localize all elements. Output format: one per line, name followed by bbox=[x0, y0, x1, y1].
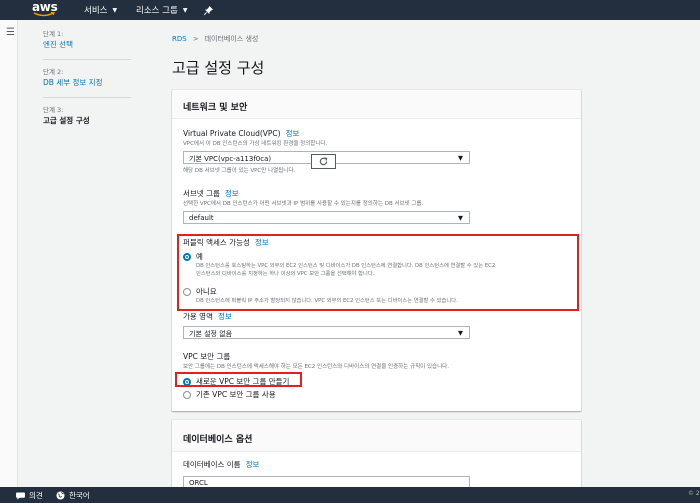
step-current-advanced: 고급 설정 구성 bbox=[43, 116, 90, 125]
feedback-button[interactable]: 의견 bbox=[16, 490, 43, 501]
step-link-engine[interactable]: 엔진 선택 bbox=[43, 39, 131, 50]
sg-use-existing-label: 기존 VPC 보안 그룹 사용 bbox=[196, 390, 276, 399]
step-number: 단계 2: bbox=[43, 68, 64, 76]
db-name-field: 데이터베이스 이름 정보 ORCL bbox=[183, 460, 470, 489]
caret-down-icon: ▼ bbox=[458, 154, 463, 162]
caret-down-icon: ▼ bbox=[458, 329, 463, 337]
highlight-new-security-group bbox=[175, 372, 302, 387]
globe-icon bbox=[56, 491, 65, 500]
step-1[interactable]: 단계 1: 엔진 선택 bbox=[43, 30, 131, 60]
aws-logo[interactable]: aws bbox=[32, 1, 58, 19]
vpc-info-link[interactable]: 정보 bbox=[286, 129, 300, 139]
step-number: 단계 3: bbox=[43, 106, 64, 114]
db-name-label: 데이터베이스 이름 bbox=[183, 460, 241, 469]
panel-title: 네트워크 및 보안 bbox=[172, 90, 581, 119]
wizard-steps: 단계 1: 엔진 선택 단계 2: DB 세부 정보 지정 단계 3: 고급 설… bbox=[43, 30, 131, 143]
side-rail: ☰ bbox=[0, 20, 18, 487]
db-name-info-link[interactable]: 정보 bbox=[246, 460, 260, 470]
step-3: 단계 3: 고급 설정 구성 bbox=[43, 106, 131, 135]
aws-smile-icon bbox=[33, 12, 55, 17]
refresh-icon bbox=[319, 157, 328, 166]
vpc-label-row: Virtual Private Cloud(VPC) 정보 bbox=[183, 129, 470, 139]
services-label: 서비스 bbox=[84, 6, 108, 16]
subnet-group-select[interactable]: default ▼ bbox=[183, 211, 470, 224]
subnet-label-row: 서브넷 그룹 정보 bbox=[183, 189, 470, 199]
az-label-row: 가용 영역 정보 bbox=[183, 312, 470, 322]
sg-description: 보안 그룹에는 DB 인스턴스에 액세스해야 하는 모든 EC2 인스턴스와 디… bbox=[183, 364, 449, 370]
subnet-info-link[interactable]: 정보 bbox=[225, 189, 239, 199]
az-select-value: 기본 설정 없음 bbox=[189, 330, 233, 338]
speech-bubble-icon bbox=[16, 491, 25, 500]
vpc-label: Virtual Private Cloud(VPC) bbox=[183, 129, 281, 138]
resource-groups-menu[interactable]: 리소스 그룹 ▼ bbox=[136, 3, 187, 17]
feedback-label: 의견 bbox=[29, 491, 43, 500]
sg-use-existing-option[interactable]: 기존 VPC 보안 그룹 사용 bbox=[183, 390, 573, 400]
radio-use-existing-sg[interactable] bbox=[183, 391, 191, 399]
chevron-down-icon: ▼ bbox=[112, 6, 118, 14]
subnet-description: 선택한 VPC에서 DB 인스턴스가 어떤 서브넷과 IP 범위를 사용할 수 … bbox=[183, 201, 424, 207]
subnet-select-value: default bbox=[189, 214, 214, 222]
vpc-select-value: 기본 VPC(vpc-a113f0ca) bbox=[189, 155, 272, 163]
step-link-db-details[interactable]: DB 세부 정보 지정 bbox=[43, 77, 131, 88]
pin-icon[interactable] bbox=[204, 3, 213, 17]
step-number: 단계 1: bbox=[43, 30, 64, 38]
footer: 의견 한국어 © 2 bbox=[0, 487, 700, 503]
caret-down-icon: ▼ bbox=[458, 214, 463, 222]
resource-groups-label: 리소스 그룹 bbox=[136, 6, 178, 16]
sg-label-row: VPC 보안 그룹 bbox=[183, 352, 573, 362]
breadcrumb-current: 데이터베이스 생성 bbox=[204, 35, 259, 43]
refresh-vpc-button[interactable] bbox=[311, 154, 336, 169]
top-navigation: aws 서비스 ▼ 리소스 그룹 ▼ bbox=[0, 0, 700, 20]
subnet-group-field: 서브넷 그룹 정보 선택한 VPC에서 DB 인스턴스가 어떤 서브넷과 IP … bbox=[183, 189, 470, 224]
availability-zone-field: 가용 영역 정보 기본 설정 없음 ▼ bbox=[183, 312, 470, 339]
language-selector[interactable]: 한국어 bbox=[56, 490, 90, 501]
availability-zone-select[interactable]: 기본 설정 없음 ▼ bbox=[183, 326, 470, 339]
subnet-label: 서브넷 그룹 bbox=[183, 189, 220, 198]
az-label: 가용 영역 bbox=[183, 312, 213, 321]
copyright: © 2 bbox=[688, 490, 700, 497]
database-options-panel: 데이터베이스 옵션 데이터베이스 이름 정보 ORCL bbox=[172, 420, 581, 490]
step-2[interactable]: 단계 2: DB 세부 정보 지정 bbox=[43, 68, 131, 98]
breadcrumb-separator: > bbox=[192, 35, 199, 43]
chevron-down-icon: ▼ bbox=[182, 6, 188, 14]
language-label: 한국어 bbox=[69, 491, 90, 500]
panel-title: 데이터베이스 옵션 bbox=[172, 420, 581, 452]
db-name-value: ORCL bbox=[189, 479, 208, 487]
breadcrumb: RDS > 데이터베이스 생성 bbox=[172, 34, 258, 44]
breadcrumb-rds-link[interactable]: RDS bbox=[172, 35, 187, 43]
sg-label: VPC 보안 그룹 bbox=[183, 352, 231, 361]
az-info-link[interactable]: 정보 bbox=[218, 312, 232, 322]
highlight-public-access bbox=[177, 234, 579, 311]
db-name-label-row: 데이터베이스 이름 정보 bbox=[183, 460, 470, 470]
pin-icon-svg bbox=[204, 5, 213, 15]
page-title: 고급 설정 구성 bbox=[172, 59, 265, 77]
services-menu[interactable]: 서비스 ▼ bbox=[84, 3, 117, 17]
hamburger-menu-icon[interactable]: ☰ bbox=[6, 28, 15, 38]
vpc-description: VPC에서 이 DB 인스턴스의 가상 네트워킹 환경을 정의합니다. bbox=[183, 141, 328, 147]
